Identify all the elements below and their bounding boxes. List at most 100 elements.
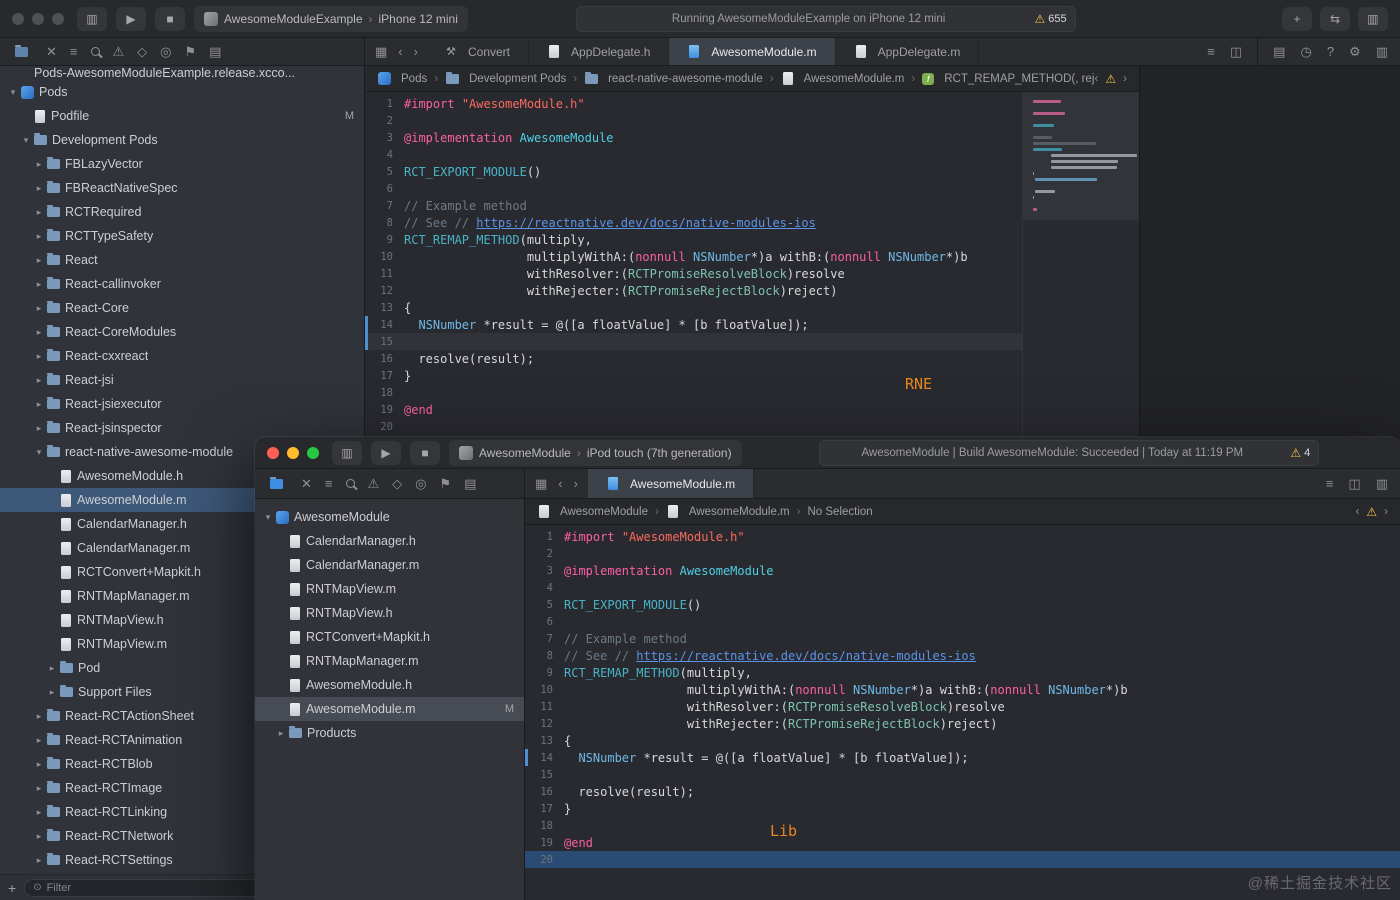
close-icon[interactable] xyxy=(267,446,279,459)
code-line[interactable]: 15 xyxy=(365,333,1022,350)
tab-appdelegate-m[interactable]: AppDelegate.m xyxy=(835,38,980,65)
chevron-right-icon[interactable]: ▸ xyxy=(32,735,46,746)
sidebar-item-rntmapmanager-m[interactable]: RNTMapManager.m xyxy=(255,649,524,673)
code-line[interactable]: 4 xyxy=(525,579,1400,596)
code-line[interactable]: 2 xyxy=(525,545,1400,562)
sidebar-item-development-pods[interactable]: ▾ Development Pods xyxy=(0,128,364,152)
sidebar-item-pods[interactable]: ▾ Pods xyxy=(0,80,364,104)
breadcrumb-item[interactable]: No Selection xyxy=(807,506,872,518)
add-file-button[interactable]: + xyxy=(8,880,16,896)
sidebar-item-podfile[interactable]: Podfile M xyxy=(0,104,364,128)
code-line[interactable]: 5 RCT_EXPORT_MODULE() xyxy=(365,163,1022,180)
breakpoint-navigator-icon[interactable]: ⚑ xyxy=(185,45,197,58)
navigator-toggle-button[interactable]: ▥ xyxy=(77,6,107,31)
breadcrumb-item[interactable]: react-native-awesome-module xyxy=(584,72,763,85)
debug-navigator-icon[interactable]: ◎ xyxy=(415,477,426,490)
chevron-right-icon[interactable]: ▸ xyxy=(32,711,46,722)
code-line[interactable]: 10 multiplyWithA:(nonnull NSNumber*)a wi… xyxy=(365,248,1022,265)
find-navigator-icon[interactable] xyxy=(345,479,355,488)
source-editor[interactable]: 1 #import "AwesomeModule.h" 2 3 @implementat… xyxy=(525,525,1400,900)
code-line[interactable]: 11 withResolver:(RCTPromiseResolveBlock)… xyxy=(525,698,1400,715)
code-line[interactable]: 14 NSNumber *result = @([a floatValue] *… xyxy=(525,749,1400,766)
sidebar-item-react-core[interactable]: ▸ React-Core xyxy=(0,296,364,320)
code-line[interactable]: 16 resolve(result); xyxy=(365,350,1022,367)
stop-button[interactable]: ■ xyxy=(410,440,440,465)
back-icon[interactable]: ‹ xyxy=(398,45,402,58)
chevron-right-icon[interactable]: ▸ xyxy=(32,303,46,314)
chevron-right-icon[interactable]: ▸ xyxy=(32,255,46,266)
warning-badge[interactable]: ⚠ 655 xyxy=(1034,12,1066,26)
chevron-right-icon[interactable]: ▸ xyxy=(32,759,46,770)
warning-badge[interactable]: ⚠ 4 xyxy=(1290,446,1310,460)
chevron-right-icon[interactable]: ▸ xyxy=(32,399,46,410)
code-line[interactable]: 7 // Example method xyxy=(365,197,1022,214)
symbol-navigator-icon[interactable]: ≡ xyxy=(70,45,78,58)
chevron-right-icon[interactable]: ▸ xyxy=(45,687,59,698)
source-control-navigator-icon[interactable]: ✕ xyxy=(46,45,57,58)
run-button[interactable]: ▶ xyxy=(116,6,146,31)
editor-options-icon[interactable]: ≡ xyxy=(1207,45,1215,58)
adjust-editor-icon[interactable]: ⚙ xyxy=(1349,45,1361,58)
code-line[interactable]: 16 resolve(result); xyxy=(525,783,1400,800)
report-navigator-icon[interactable]: ▤ xyxy=(464,477,476,490)
chevron-right-icon[interactable]: ▸ xyxy=(32,279,46,290)
run-button[interactable]: ▶ xyxy=(371,440,401,465)
previous-issue-icon[interactable]: ‹ xyxy=(1356,506,1360,518)
minimize-icon[interactable] xyxy=(32,12,44,25)
sidebar-item-react-cxxreact[interactable]: ▸ React-cxxreact xyxy=(0,344,364,368)
sidebar-item-rntmapview-h[interactable]: RNTMapView.h xyxy=(255,601,524,625)
back-icon[interactable]: ‹ xyxy=(558,477,562,490)
debug-navigator-icon[interactable]: ◎ xyxy=(160,45,171,58)
chevron-down-icon[interactable]: ▾ xyxy=(261,512,275,523)
previous-issue-icon[interactable]: ‹ xyxy=(1095,73,1099,85)
sidebar-item-rctrequired[interactable]: ▸ RCTRequired xyxy=(0,200,364,224)
library-add-button[interactable]: + xyxy=(1281,6,1312,31)
chevron-right-icon[interactable]: ▸ xyxy=(274,728,288,739)
quick-help-icon[interactable]: ? xyxy=(1327,45,1334,58)
code-line[interactable]: 19 @end xyxy=(525,834,1400,851)
sidebar-item-react-jsiexecutor[interactable]: ▸ React-jsiexecutor xyxy=(0,392,364,416)
code-line[interactable]: 12 withRejecter:(RCTPromiseRejectBlock)r… xyxy=(365,282,1022,299)
find-navigator-icon[interactable] xyxy=(90,47,100,56)
tab-awesomemodule-m[interactable]: AwesomeModule.m xyxy=(587,469,755,498)
chevron-right-icon[interactable]: ▸ xyxy=(32,423,46,434)
zoom-icon[interactable] xyxy=(307,446,319,459)
code-line[interactable]: 12 withRejecter:(RCTPromiseRejectBlock)r… xyxy=(525,715,1400,732)
chevron-right-icon[interactable]: ▸ xyxy=(32,855,46,866)
tab-appdelegate-h[interactable]: AppDelegate.h xyxy=(529,38,670,65)
code-line[interactable]: 7 // Example method xyxy=(525,630,1400,647)
chevron-right-icon[interactable]: ▸ xyxy=(32,159,46,170)
sidebar-item-react-jsi[interactable]: ▸ React-jsi xyxy=(0,368,364,392)
inspector-toggle-button[interactable]: ▥ xyxy=(1357,6,1388,31)
chevron-down-icon[interactable]: ▾ xyxy=(6,87,20,98)
source-control-navigator-icon[interactable]: ✕ xyxy=(301,477,312,490)
chevron-right-icon[interactable]: ▸ xyxy=(32,207,46,218)
breadcrumb-item[interactable]: AwesomeModule.m xyxy=(666,505,790,518)
code-line[interactable]: 13 { xyxy=(525,732,1400,749)
sidebar-item-awesomemodule[interactable]: ▾ AwesomeModule xyxy=(255,505,524,529)
code-line[interactable]: 2 xyxy=(365,112,1022,129)
code-line[interactable]: 13 { xyxy=(365,299,1022,316)
code-line[interactable]: 9 RCT_REMAP_METHOD(multiply, xyxy=(525,664,1400,681)
test-navigator-icon[interactable]: ◇ xyxy=(392,477,402,490)
code-line[interactable]: 1 #import "AwesomeModule.h" xyxy=(365,95,1022,112)
breadcrumb-item[interactable]: AwesomeModule.m xyxy=(781,72,904,85)
sidebar-item-react[interactable]: ▸ React xyxy=(0,248,364,272)
tab-awesomemodule-m[interactable]: AwesomeModule.m xyxy=(669,38,836,65)
minimize-icon[interactable] xyxy=(287,446,299,459)
sidebar-item-rctconvert-mapkit-h[interactable]: RCTConvert+Mapkit.h xyxy=(255,625,524,649)
chevron-right-icon[interactable]: ▸ xyxy=(32,831,46,842)
sidebar-item-fblazyvector[interactable]: ▸ FBLazyVector xyxy=(0,152,364,176)
scheme-selector[interactable]: AwesomeModule › iPod touch (7th generati… xyxy=(449,439,742,466)
sidebar-item-rntmapview-m[interactable]: RNTMapView.m xyxy=(255,577,524,601)
forward-icon[interactable]: › xyxy=(574,477,578,490)
tab-convert[interactable]: Convert xyxy=(427,38,530,65)
warning-icon[interactable]: ⚠ xyxy=(1366,505,1377,519)
history-inspector-icon[interactable]: ◷ xyxy=(1300,45,1311,58)
related-items-icon[interactable]: ▦ xyxy=(535,477,547,490)
symbol-navigator-icon[interactable]: ≡ xyxy=(325,477,333,490)
sidebar-item-rcttypesafety[interactable]: ▸ RCTTypeSafety xyxy=(0,224,364,248)
code-line[interactable]: 3 @implementation AwesomeModule xyxy=(525,562,1400,579)
chevron-right-icon[interactable]: ▸ xyxy=(32,231,46,242)
chevron-down-icon[interactable]: ▾ xyxy=(19,135,33,146)
